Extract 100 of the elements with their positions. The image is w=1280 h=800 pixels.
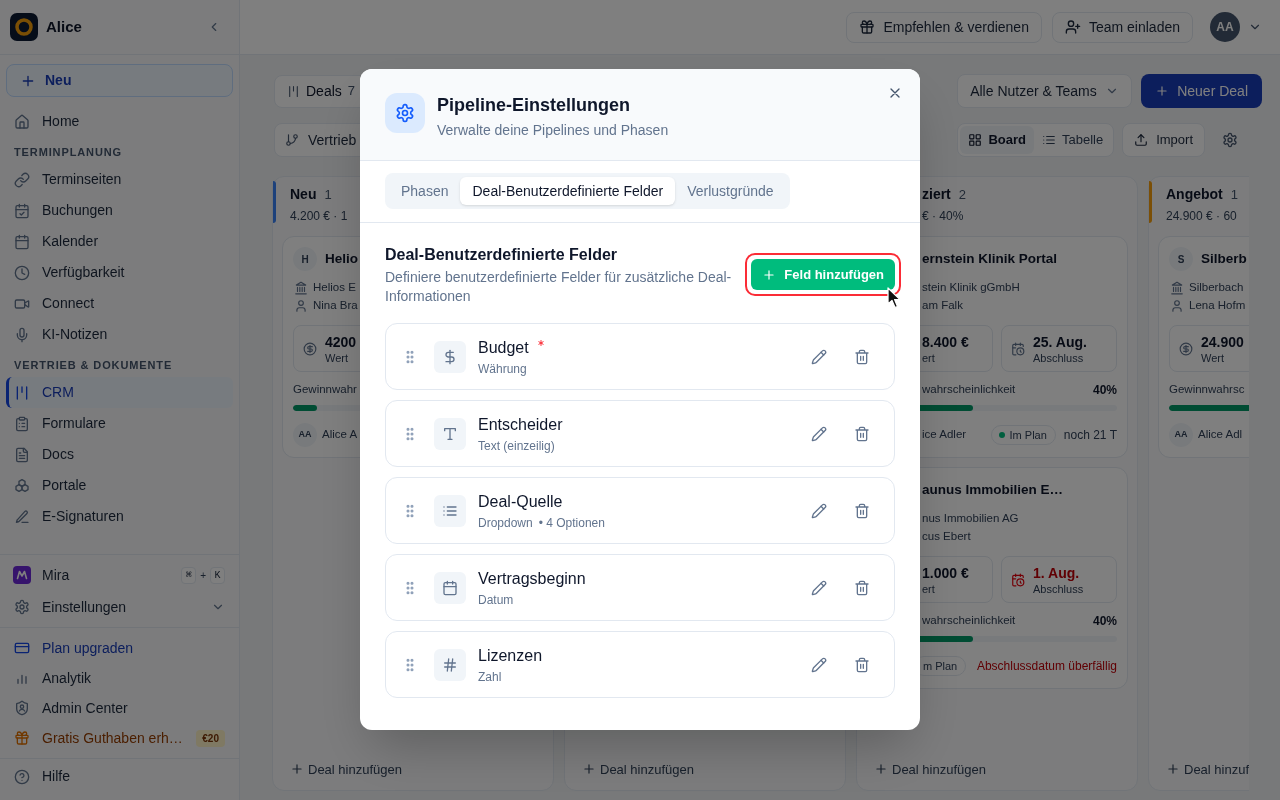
close-date: 1. Aug. <box>1033 563 1081 582</box>
tab[interactable]: Deal-Benutzerdefinierte Felder <box>460 177 676 205</box>
nav-item[interactable]: Home <box>6 106 233 137</box>
view-title: Deals <box>306 81 342 101</box>
trash-icon[interactable] <box>854 579 870 596</box>
settings-item[interactable]: Einstellungen <box>6 591 233 623</box>
kanban-icon <box>14 384 30 401</box>
field-name: Entscheider <box>478 414 563 435</box>
contact-name: cus Ebert <box>922 529 971 545</box>
trash-icon[interactable] <box>854 348 870 365</box>
date-label: Abschluss <box>1033 350 1085 365</box>
nav-item[interactable]: Buchungen <box>6 195 233 226</box>
plus-icon <box>762 267 777 282</box>
microphone-icon <box>14 326 30 343</box>
user-icon <box>294 299 308 313</box>
deal-value: 4200 <box>325 332 357 351</box>
trash-icon[interactable] <box>854 502 870 519</box>
assistant-logo-icon <box>13 566 31 584</box>
trash-icon[interactable] <box>854 425 870 442</box>
column-title: Neu <box>290 185 317 204</box>
view-tab[interactable]: Tabelle <box>1033 126 1112 154</box>
deal-title: Silberb <box>1201 249 1247 268</box>
nav-item[interactable]: Connect <box>6 288 233 319</box>
dialog-subtitle: Verwalte deine Pipelines und Phasen <box>437 121 669 140</box>
probability-value: 40% <box>1092 382 1117 399</box>
dollar-coin-icon <box>303 341 317 356</box>
calendar-check-icon <box>14 202 30 219</box>
nav-item[interactable]: Hilfe <box>6 761 233 792</box>
field-options: • 4 Optionen <box>538 514 605 531</box>
nav-item[interactable]: Plan upgraden <box>6 633 233 663</box>
building-icon <box>294 281 308 295</box>
import-button[interactable]: Import <box>1122 123 1205 157</box>
column-summary: 4.200 € · 1 <box>290 208 348 225</box>
pencil-icon[interactable] <box>811 502 827 519</box>
user-icon <box>1170 299 1184 313</box>
deal-note: Abschlussdatum überfällig <box>976 658 1117 675</box>
pencil-icon[interactable] <box>811 425 827 442</box>
nav-item[interactable]: Gratis Guthaben erh… €20 <box>6 723 233 753</box>
column-count: 1 <box>324 186 332 204</box>
pencil-icon[interactable] <box>811 656 827 673</box>
value-label: ert <box>922 350 936 365</box>
company-name: nus Immobilien AG <box>922 511 1019 527</box>
add-deal-button[interactable]: Deal hinzuf <box>1166 759 1249 779</box>
owner-name: ice Adler <box>922 427 967 443</box>
probability-label: wahrscheinlichkeit <box>922 382 1016 398</box>
deal-avatar: S <box>1169 247 1193 271</box>
tab[interactable]: Phasen <box>389 177 461 205</box>
probability-label: wahrscheinlichkeit <box>922 613 1016 629</box>
add-deal-button[interactable]: Deal hinzufügen <box>582 759 694 779</box>
new-button[interactable]: Neu <box>6 64 233 97</box>
new-deal-button[interactable]: Neuer Deal <box>1141 74 1262 108</box>
deal-value: 24.900 <box>1201 332 1244 351</box>
workspace-name: Alice <box>46 16 82 37</box>
cubes-icon <box>14 477 30 494</box>
nav-item[interactable]: CRM <box>6 377 233 408</box>
deal-count: 7 <box>347 82 356 101</box>
deal-avatar: H <box>293 247 317 271</box>
assistant-item[interactable]: Mira ⌘ + K <box>6 559 233 591</box>
add-deal-button[interactable]: Deal hinzufügen <box>874 759 986 779</box>
text-type-icon <box>434 417 466 450</box>
avatar[interactable]: AA <box>1210 12 1240 42</box>
nav-item[interactable]: Docs <box>6 439 233 470</box>
nav-item[interactable]: Admin Center <box>6 693 233 723</box>
nav-item[interactable]: Kalender <box>6 226 233 257</box>
credit-badge: €20 <box>196 729 225 747</box>
field-name: Lizenzen <box>478 645 543 666</box>
settings-icon <box>14 599 30 615</box>
nav-item[interactable]: KI-Notizen <box>6 319 233 350</box>
view-tab[interactable]: Board <box>960 126 1034 154</box>
logo-icon <box>10 13 38 41</box>
document-icon <box>14 446 30 463</box>
top-bar-button[interactable]: Empfehlen & verdienen <box>846 11 1042 43</box>
deal-card[interactable]: S Silberb Silberbach Lena Hofm 24.900 Wert Gewinnwahrsc AA Alice Adl <box>1158 236 1249 458</box>
value-label: Wert <box>1201 350 1226 365</box>
clipboard-icon <box>14 415 30 432</box>
value-label: ert <box>922 581 936 596</box>
plus-icon <box>874 762 888 777</box>
top-bar-button[interactable]: Team einladen <box>1051 11 1193 43</box>
nav-item[interactable]: Terminseiten <box>6 164 233 195</box>
trash-icon[interactable] <box>854 656 870 673</box>
pencil-icon[interactable] <box>811 348 827 365</box>
date-label: Abschluss <box>1033 581 1084 596</box>
pencil-icon[interactable] <box>811 579 827 596</box>
kanban-icon <box>287 84 300 98</box>
gift-icon <box>14 730 30 746</box>
field-type: Währung <box>478 360 527 377</box>
nav-item[interactable]: Analytik <box>6 663 233 693</box>
calendar-icon <box>14 233 30 250</box>
plus-icon <box>582 762 596 777</box>
nav-item[interactable]: Portale <box>6 470 233 501</box>
field-name: Budget <box>478 337 529 358</box>
nav-item[interactable]: E-Signaturen <box>6 501 233 532</box>
owner-filter-dropdown[interactable]: Alle Nutzer & Teams <box>957 74 1133 108</box>
column-title: ziert <box>922 185 951 204</box>
add-deal-button[interactable]: Deal hinzufügen <box>290 759 402 779</box>
nav-item[interactable]: Formulare <box>6 408 233 439</box>
settings-icon <box>385 93 425 133</box>
nav-item[interactable]: Verfügbarkeit <box>6 257 233 288</box>
tab[interactable]: Verlustgründe <box>675 177 786 205</box>
add-field-button[interactable]: Feld hinzufügen <box>751 259 895 290</box>
